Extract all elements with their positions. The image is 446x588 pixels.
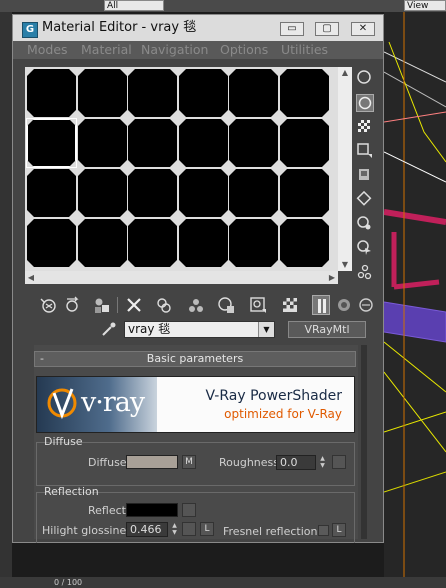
parameters-scrollbar[interactable] [361, 345, 367, 539]
roughness-map-button[interactable] [332, 455, 346, 469]
hilight-lock-button[interactable]: L [200, 522, 214, 536]
vray-logo-banner: v·ray V-Ray PowerShader optimized for V-… [36, 376, 355, 433]
time-slider-status: 0 / 100 [54, 578, 83, 587]
reference-coordinate-dropdown[interactable]: View [404, 0, 446, 11]
fresnel-reflections-checkbox[interactable] [318, 525, 329, 536]
vray-v-mark-icon [47, 388, 77, 420]
roughness-spinner-field[interactable]: 0.0 [276, 455, 316, 470]
vray-logo-word: v·ray [81, 387, 145, 418]
logo-title: V-Ray PowerShader [205, 388, 342, 404]
hilight-spinner-arrows-icon[interactable]: ▲ ▼ [170, 522, 179, 537]
roughness-spinner-arrows-icon[interactable]: ▲ ▼ [318, 455, 327, 470]
fresnel-lock-button[interactable]: L [332, 523, 346, 537]
basic-parameters-rollout-header[interactable]: Basic parameters - [34, 351, 356, 367]
rollout-collapse-icon[interactable]: - [40, 352, 44, 366]
reflect-label: Reflect [88, 504, 126, 517]
diffuse-group-title: Diffuse [44, 435, 83, 448]
diffuse-label: Diffuse [88, 456, 127, 469]
fresnel-reflections-label: Fresnel reflections [223, 525, 324, 538]
selection-filter-dropdown[interactable]: All [104, 0, 164, 11]
reflect-map-button[interactable] [182, 503, 196, 517]
rollout-title: Basic parameters [146, 352, 244, 365]
logo-subtitle: optimized for V-Ray [224, 407, 342, 421]
main-toolbar: All View [0, 0, 446, 12]
hilight-glossiness-spinner-field[interactable]: 0.466 [126, 522, 168, 537]
reflection-group-title: Reflection [44, 485, 99, 498]
command-panel-strip [0, 12, 12, 577]
status-bar: 0 / 100 [0, 577, 446, 588]
hilight-glossiness-label: Hilight glossiness [42, 524, 138, 537]
wireframe-scene [384, 12, 446, 577]
perspective-viewport[interactable] [384, 12, 446, 577]
hilight-map-button[interactable] [182, 522, 196, 536]
reflect-color-swatch[interactable] [126, 503, 178, 517]
hilight-glossiness-value: 0.466 [130, 523, 162, 536]
diffuse-color-swatch[interactable] [126, 455, 178, 469]
roughness-value: 0.0 [280, 456, 298, 469]
diffuse-map-button[interactable]: M [182, 455, 196, 469]
parameters-container: Basic parameters - v·ray V-Ray PowerShad… [12, 14, 384, 543]
roughness-label: Roughness [219, 456, 280, 469]
